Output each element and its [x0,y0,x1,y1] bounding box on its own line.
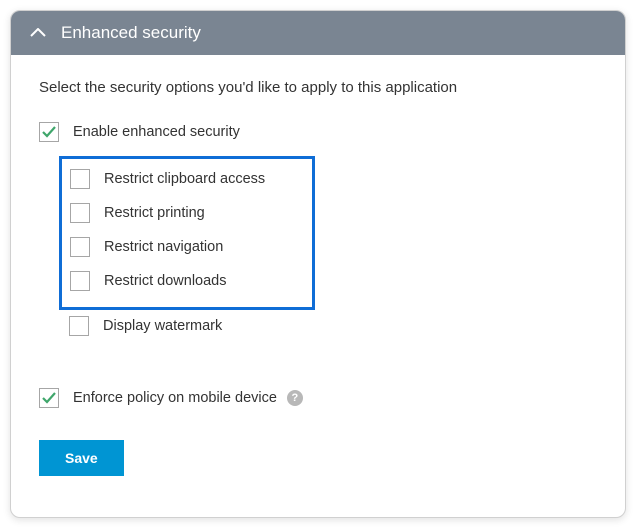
enable-enhanced-security-row: Enable enhanced security [39,122,597,142]
restrict-navigation-checkbox[interactable] [70,237,90,257]
intro-text: Select the security options you'd like t… [39,79,597,96]
restrict-printing-checkbox[interactable] [70,203,90,223]
restrict-downloads-row: Restrict downloads [70,271,304,291]
enforce-policy-label: Enforce policy on mobile device [73,390,277,406]
restrict-printing-row: Restrict printing [70,203,304,223]
restrict-downloads-checkbox[interactable] [70,271,90,291]
display-watermark-label: Display watermark [103,318,222,334]
sub-options: Restrict clipboard access Restrict print… [69,156,597,336]
restrict-navigation-label: Restrict navigation [104,239,223,255]
save-button[interactable]: Save [39,440,124,476]
help-icon[interactable]: ? [287,390,303,406]
enable-enhanced-security-label: Enable enhanced security [73,124,240,140]
restrict-printing-label: Restrict printing [104,205,205,221]
restrict-downloads-label: Restrict downloads [104,273,227,289]
security-panel: Enhanced security Select the security op… [10,10,626,518]
restrict-clipboard-label: Restrict clipboard access [104,171,265,187]
restrict-navigation-row: Restrict navigation [70,237,304,257]
restrict-highlight-box: Restrict clipboard access Restrict print… [59,156,315,310]
display-watermark-row: Display watermark [69,316,597,336]
panel-header[interactable]: Enhanced security [11,11,625,55]
enable-enhanced-security-checkbox[interactable] [39,122,59,142]
panel-body: Select the security options you'd like t… [11,55,625,496]
display-watermark-checkbox[interactable] [69,316,89,336]
restrict-clipboard-row: Restrict clipboard access [70,169,304,189]
panel-title: Enhanced security [61,23,201,43]
chevron-up-icon [29,24,47,42]
enforce-policy-checkbox[interactable] [39,388,59,408]
enforce-policy-row: Enforce policy on mobile device ? [39,388,597,408]
restrict-clipboard-checkbox[interactable] [70,169,90,189]
spacer [39,350,597,388]
